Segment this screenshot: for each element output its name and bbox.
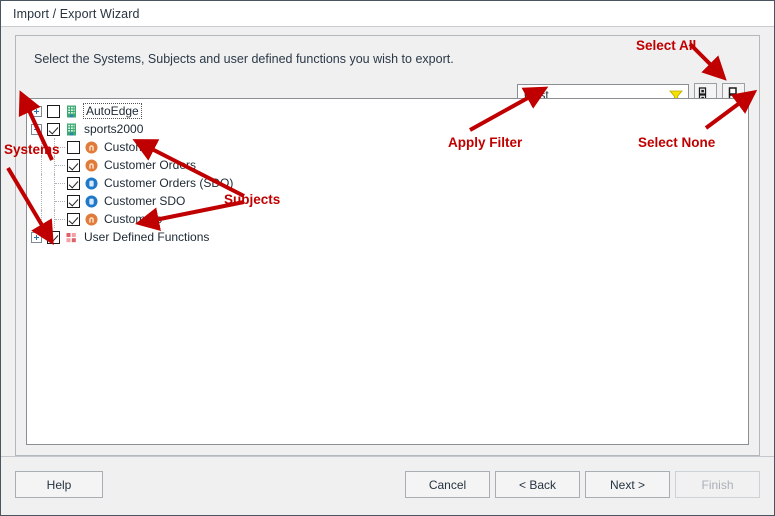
checkbox-sports2000[interactable] — [47, 122, 60, 136]
expander-minus-icon[interactable] — [31, 123, 42, 135]
tree-node-label: AutoEdge — [83, 103, 142, 119]
window-client-area: Select the Systems, Subjects and user de… — [1, 27, 774, 515]
tree-node-customer[interactable]: Customer — [31, 138, 748, 156]
checkbox-customer-sdo[interactable] — [67, 194, 80, 208]
checkbox-customer-orders-sdo[interactable] — [67, 176, 80, 190]
tree-node-label: User Defined Functions — [84, 230, 210, 244]
window-titlebar: Import / Export Wizard — [1, 1, 774, 27]
next-button[interactable]: Next > — [585, 471, 670, 498]
back-button[interactable]: < Back — [495, 471, 580, 498]
checkbox-autoedge[interactable] — [47, 104, 60, 118]
page-instruction-text: Select the Systems, Subjects and user de… — [34, 52, 454, 66]
cancel-button[interactable]: Cancel — [405, 471, 490, 498]
tree-node-label: Customer SDO — [104, 194, 186, 208]
tree-node-label: Customer — [104, 140, 157, 154]
wizard-button-bar: Help Cancel < Back Next > Finish — [1, 456, 774, 515]
tree-node-sports2000[interactable]: sports2000 — [31, 120, 748, 138]
subject-blue-icon — [85, 195, 98, 208]
tree-guide-line — [55, 201, 65, 203]
tree-node-customer-sdo[interactable]: Customer SDO — [31, 192, 748, 210]
tree-node-label: sports2000 — [84, 122, 144, 136]
selection-tree-panel[interactable]: AutoEdge sports2000 Customer Customer Or… — [26, 98, 749, 445]
tree-guide-line — [55, 165, 65, 167]
tree-node-customer-orders[interactable]: Customer Orders — [31, 156, 748, 174]
udf-grid-icon — [65, 231, 78, 244]
wizard-page-panel: Select the Systems, Subjects and user de… — [15, 35, 760, 456]
tree-guide-line — [55, 147, 65, 149]
tree-guide-line — [41, 156, 43, 174]
system-building-icon — [65, 123, 78, 136]
tree-guide-line — [55, 219, 65, 221]
tree-node-customer-orders-sdo[interactable]: Customer Orders (SDO) — [31, 174, 748, 192]
tree-node-autoedge[interactable]: AutoEdge — [31, 102, 748, 120]
checkbox-customer-orders[interactable] — [67, 158, 80, 172]
expander-plus-icon[interactable] — [31, 105, 42, 117]
tree-node-label: Customer Orders (SDO) — [104, 176, 234, 190]
subject-orange-icon — [85, 159, 98, 172]
tree-guide-line — [41, 192, 43, 210]
subject-orange-icon — [85, 141, 98, 154]
tree-node-label: Customer Orders — [104, 158, 197, 172]
window-title: Import / Export Wizard — [13, 6, 140, 21]
checkbox-customers[interactable] — [67, 212, 80, 226]
tree-guide-line — [41, 210, 43, 228]
finish-button: Finish — [675, 471, 760, 498]
subject-blue-icon — [85, 177, 98, 190]
help-button[interactable]: Help — [15, 471, 103, 498]
tree-guide-line — [41, 174, 43, 192]
tree-guide-line — [55, 183, 65, 185]
import-export-wizard-window: Import / Export Wizard Select the System… — [0, 0, 775, 516]
system-building-icon — [65, 105, 78, 118]
tree-node-label: Customers — [104, 212, 163, 226]
selection-tree: AutoEdge sports2000 Customer Customer Or… — [31, 102, 748, 246]
checkbox-customer[interactable] — [67, 140, 80, 154]
tree-node-customers[interactable]: Customers — [31, 210, 748, 228]
tree-node-user-defined-functions[interactable]: User Defined Functions — [31, 228, 748, 246]
subject-orange-icon — [85, 213, 98, 226]
tree-guide-line — [41, 138, 43, 156]
checkbox-user-defined-functions[interactable] — [47, 230, 60, 244]
expander-plus-icon[interactable] — [31, 231, 42, 243]
